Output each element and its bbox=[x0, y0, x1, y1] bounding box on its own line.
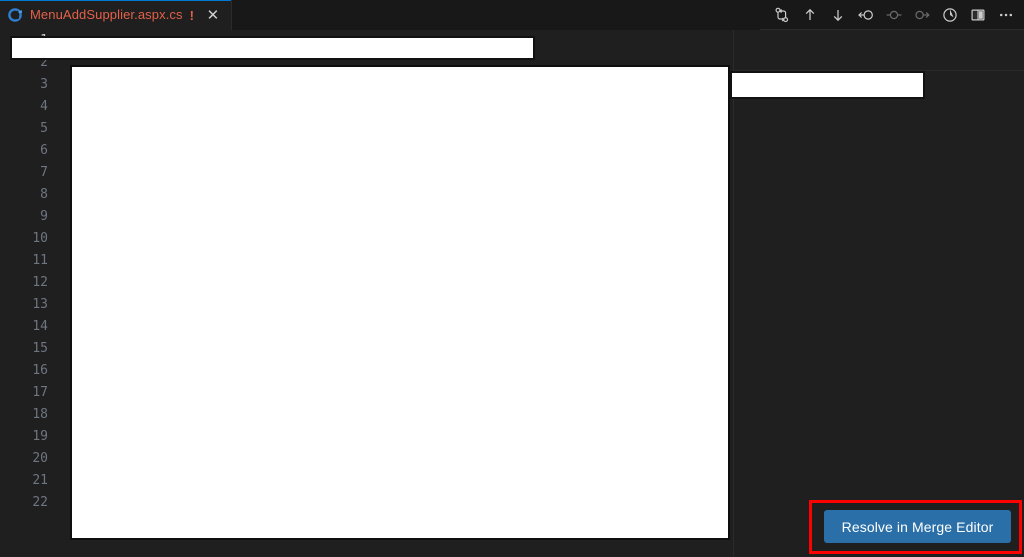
line-number-21: 21 bbox=[32, 473, 48, 488]
more-actions-icon[interactable] bbox=[992, 1, 1020, 29]
white-block-top bbox=[10, 36, 535, 60]
line-number-17: 17 bbox=[32, 385, 48, 400]
line-number-22: 22 bbox=[32, 495, 48, 510]
split-editor-icon[interactable] bbox=[964, 1, 992, 29]
line-number-12: 12 bbox=[32, 275, 48, 290]
line-number-15: 15 bbox=[32, 341, 48, 356]
line-number-3: 3 bbox=[40, 77, 48, 92]
accept-incoming-icon[interactable] bbox=[852, 1, 880, 29]
tab-menuaddsupplier[interactable]: MenuAddSupplier.aspx.cs ! ✕ bbox=[0, 0, 232, 30]
compare-changes-icon[interactable] bbox=[768, 1, 796, 29]
line-number-16: 16 bbox=[32, 363, 48, 378]
line-number-6: 6 bbox=[40, 143, 48, 158]
line-number-13: 13 bbox=[32, 297, 48, 312]
accept-current-icon bbox=[908, 1, 936, 29]
line-number-8: 8 bbox=[40, 187, 48, 202]
vscode-window: MenuAddSupplier.aspx.cs ! ✕ 2 3 4 5 6 7 … bbox=[0, 0, 1024, 557]
line-number-4: 4 bbox=[40, 99, 48, 114]
line-number-18: 18 bbox=[32, 407, 48, 422]
csharp-file-icon bbox=[8, 7, 24, 23]
editor-tab-bar: MenuAddSupplier.aspx.cs ! ✕ bbox=[0, 0, 1024, 30]
tab-modified-indicator: ! bbox=[189, 7, 194, 23]
line-number-10: 10 bbox=[32, 231, 48, 246]
line-number-9: 9 bbox=[40, 209, 48, 224]
line-number-5: 5 bbox=[40, 121, 48, 136]
revert-change-icon bbox=[880, 1, 908, 29]
line-number-20: 20 bbox=[32, 451, 48, 466]
tab-strip: MenuAddSupplier.aspx.cs ! ✕ bbox=[0, 0, 760, 30]
editor-pane-incoming[interactable] bbox=[734, 30, 1024, 557]
tab-label: MenuAddSupplier.aspx.cs bbox=[30, 7, 183, 22]
close-icon[interactable]: ✕ bbox=[203, 5, 223, 25]
line-number-7: 7 bbox=[40, 165, 48, 180]
line-number-11: 11 bbox=[32, 253, 48, 268]
arrow-up-icon[interactable] bbox=[796, 1, 824, 29]
line-number-14: 14 bbox=[32, 319, 48, 334]
line-number-19: 19 bbox=[32, 429, 48, 444]
resolve-in-merge-editor-button[interactable]: Resolve in Merge Editor bbox=[824, 510, 1011, 543]
timeline-history-icon[interactable] bbox=[936, 1, 964, 29]
line-number-gutter: 12345678910111213141516171819202122 bbox=[0, 30, 62, 557]
white-block-main bbox=[70, 65, 730, 540]
arrow-down-icon[interactable] bbox=[824, 1, 852, 29]
editor-action-toolbar bbox=[768, 0, 1020, 30]
white-block-right bbox=[730, 71, 925, 99]
